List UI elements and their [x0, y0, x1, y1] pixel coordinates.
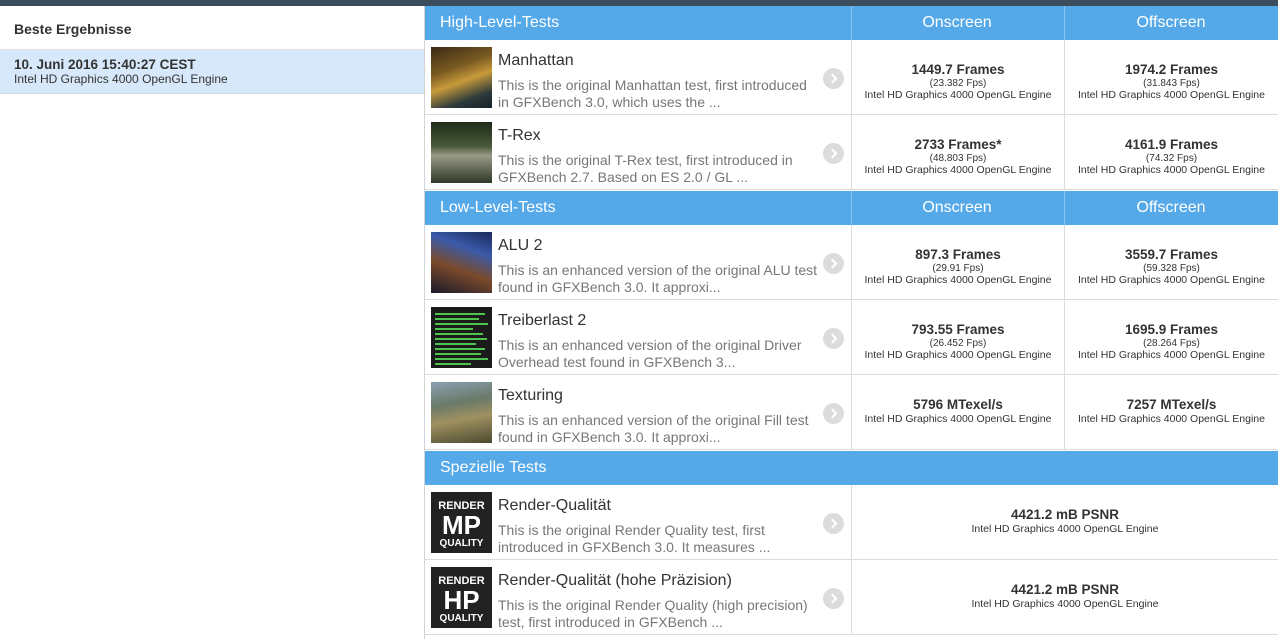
offscreen-result: 7257 MTexel/s Intel HD Graphics 4000 Ope…: [1065, 375, 1278, 449]
section-header-high-level: High-Level-Tests Onscreen Offscreen: [425, 6, 1278, 40]
result-engine: Intel HD Graphics 4000 OpenGL Engine: [864, 413, 1052, 425]
result-date: 10. Juni 2016 15:40:27 CEST: [14, 57, 196, 72]
column-offscreen: Offscreen: [1136, 14, 1206, 31]
result-value: 1449.7 Frames: [911, 62, 1005, 77]
result-engine: Intel HD Graphics 4000 OpenGL Engine: [14, 72, 228, 86]
test-description: This is an enhanced version of the origi…: [498, 337, 802, 370]
result-engine: Intel HD Graphics 4000 OpenGL Engine: [864, 164, 1052, 176]
result-fps: (29.91 Fps): [932, 263, 984, 274]
result-value: 5796 MTexel/s: [913, 397, 1003, 412]
result-fps: (31.843 Fps): [1143, 78, 1200, 89]
test-description: This is the original Manhattan test, fir…: [498, 77, 807, 110]
onscreen-result: 2733 Frames* (48.803 Fps) Intel HD Graph…: [852, 115, 1064, 189]
section-header-low-level: Low-Level-Tests Onscreen Offscreen: [425, 191, 1278, 225]
offscreen-result: 3559.7 Frames (59.328 Fps) Intel HD Grap…: [1065, 225, 1278, 299]
result-value: 4421.2 mB PSNR: [1010, 582, 1120, 597]
texturing-thumbnail: [431, 382, 492, 443]
onscreen-result: 1449.7 Frames (23.382 Fps) Intel HD Grap…: [852, 40, 1064, 114]
result-value: 7257 MTexel/s: [1126, 397, 1217, 412]
test-name: Treiberlast 2: [498, 312, 587, 329]
result-engine: Intel HD Graphics 4000 OpenGL Engine: [864, 349, 1052, 361]
result-engine: Intel HD Graphics 4000 OpenGL Engine: [1078, 164, 1265, 176]
section-title: Spezielle Tests: [440, 459, 547, 476]
result-engine: Intel HD Graphics 4000 OpenGL Engine: [1078, 89, 1265, 101]
quality-result: 4421.2 mB PSNR Intel HD Graphics 4000 Op…: [852, 485, 1278, 559]
result-fps: (26.452 Fps): [929, 338, 987, 349]
offscreen-result: 4161.9 Frames (74.32 Fps) Intel HD Graph…: [1065, 115, 1278, 189]
chevron-right-icon[interactable]: [823, 588, 844, 609]
test-description: This is an enhanced version of the origi…: [498, 412, 809, 445]
test-description: This is the original Render Quality test…: [498, 522, 771, 555]
result-value: 4421.2 mB PSNR: [1010, 507, 1120, 522]
result-engine: Intel HD Graphics 4000 OpenGL Engine: [971, 598, 1159, 610]
result-value: 3559.7 Frames: [1124, 247, 1219, 262]
result-fps: (48.803 Fps): [929, 153, 987, 164]
result-fps: (59.328 Fps): [1143, 263, 1200, 274]
result-value: 1695.9 Frames: [1124, 322, 1219, 337]
column-offscreen: Offscreen: [1136, 199, 1206, 216]
offscreen-result: 1974.2 Frames (31.843 Fps) Intel HD Grap…: [1065, 40, 1278, 114]
test-name: T-Rex: [498, 127, 541, 144]
test-name: Render-Qualität (hohe Präzision): [498, 572, 732, 589]
result-entry[interactable]: 10. Juni 2016 15:40:27 CEST Intel HD Gra…: [0, 50, 424, 94]
onscreen-result: 897.3 Frames (29.91 Fps) Intel HD Graphi…: [852, 225, 1064, 299]
render-quality-hp-thumbnail: RENDER HP QUALITY: [431, 567, 492, 628]
chevron-right-icon[interactable]: [823, 403, 844, 424]
section-title: High-Level-Tests: [440, 14, 560, 31]
sidebar: Beste Ergebnisse 10. Juni 2016 15:40:27 …: [0, 6, 425, 639]
column-onscreen: Onscreen: [922, 14, 992, 31]
section-title: Low-Level-Tests: [440, 199, 556, 216]
result-engine: Intel HD Graphics 4000 OpenGL Engine: [971, 523, 1159, 535]
result-engine: Intel HD Graphics 4000 OpenGL Engine: [1078, 413, 1265, 425]
result-value: 897.3 Frames: [915, 247, 1001, 262]
chevron-right-icon[interactable]: [823, 328, 844, 349]
test-name: Manhattan: [498, 52, 574, 69]
test-description: This is an enhanced version of the origi…: [498, 262, 818, 295]
result-engine: Intel HD Graphics 4000 OpenGL Engine: [864, 274, 1052, 286]
result-value: 2733 Frames*: [914, 137, 1002, 152]
test-row-texturing[interactable]: Texturing This is an enhanced version of…: [425, 375, 1278, 450]
column-onscreen: Onscreen: [922, 199, 992, 216]
test-row-render-quality[interactable]: RENDER MP QUALITY Render-Qualität This i…: [425, 485, 1278, 560]
test-name: ALU 2: [498, 237, 543, 254]
onscreen-result: 5796 MTexel/s Intel HD Graphics 4000 Ope…: [852, 375, 1064, 449]
test-description: This is the original Render Quality (hig…: [498, 597, 808, 630]
alu2-thumbnail: [431, 232, 492, 293]
trex-thumbnail: [431, 122, 492, 183]
onscreen-result: 793.55 Frames (26.452 Fps) Intel HD Grap…: [852, 300, 1064, 374]
manhattan-thumbnail: [431, 47, 492, 108]
test-row-driver-overhead[interactable]: Treiberlast 2 This is an enhanced versio…: [425, 300, 1278, 375]
render-quality-thumbnail: RENDER MP QUALITY: [431, 492, 492, 553]
result-engine: Intel HD Graphics 4000 OpenGL Engine: [1078, 349, 1265, 361]
result-fps: (74.32 Fps): [1145, 153, 1198, 164]
section-header-special: Spezielle Tests: [425, 451, 1278, 485]
test-row-render-quality-hp[interactable]: RENDER HP QUALITY Render-Qualität (hohe …: [425, 560, 1278, 635]
sidebar-header: Beste Ergebnisse: [0, 6, 424, 50]
test-row-trex[interactable]: T-Rex This is the original T-Rex test, f…: [425, 115, 1278, 190]
result-fps: (28.264 Fps): [1143, 338, 1200, 349]
quality-result: 4421.2 mB PSNR Intel HD Graphics 4000 Op…: [852, 560, 1278, 634]
offscreen-result: 1695.9 Frames (28.264 Fps) Intel HD Grap…: [1065, 300, 1278, 374]
chevron-right-icon[interactable]: [823, 143, 844, 164]
result-value: 4161.9 Frames: [1124, 137, 1219, 152]
chevron-right-icon[interactable]: [823, 253, 844, 274]
result-engine: Intel HD Graphics 4000 OpenGL Engine: [1078, 274, 1265, 286]
driver-overhead-thumbnail: [431, 307, 492, 368]
result-value: 1974.2 Frames: [1124, 62, 1219, 77]
chevron-right-icon[interactable]: [823, 68, 844, 89]
result-fps: (23.382 Fps): [929, 78, 987, 89]
test-row-alu2[interactable]: ALU 2 This is an enhanced version of the…: [425, 225, 1278, 300]
test-name: Render-Qualität: [498, 497, 611, 514]
result-value: 793.55 Frames: [911, 322, 1005, 337]
result-engine: Intel HD Graphics 4000 OpenGL Engine: [864, 89, 1052, 101]
results-table: High-Level-Tests Onscreen Offscreen Manh…: [425, 6, 1278, 639]
test-name: Texturing: [498, 387, 563, 404]
test-row-manhattan[interactable]: Manhattan This is the original Manhattan…: [425, 40, 1278, 115]
test-description: This is the original T-Rex test, first i…: [498, 152, 793, 185]
chevron-right-icon[interactable]: [823, 513, 844, 534]
